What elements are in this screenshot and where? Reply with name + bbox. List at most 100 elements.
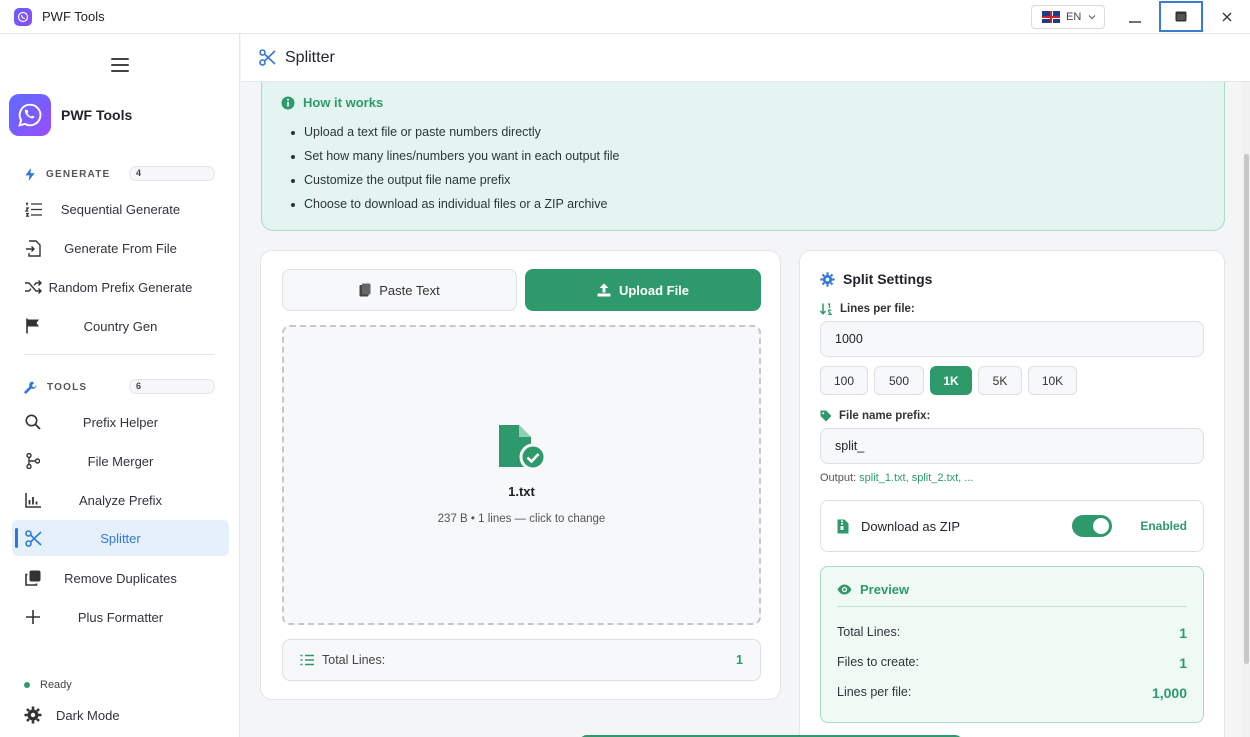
sidebar-item-sequential-generate[interactable]: Sequential Generate [12,191,229,227]
flag-icon [24,318,42,334]
prefix-input[interactable] [820,428,1204,464]
preview-divider [837,606,1187,607]
tab-upload-file[interactable]: Upload File [525,269,761,311]
preview-row-total-lines: Total Lines: 1 [837,625,1187,641]
restore-icon [1175,11,1187,22]
zip-option-row: Download as ZIP Enabled [820,500,1204,552]
zip-file-icon [837,519,849,533]
zip-toggle[interactable] [1072,515,1113,537]
search-icon [24,414,42,430]
sidebar: PWF Tools GENERATE 4 Sequential Generate… [0,34,240,737]
menu-toggle-icon[interactable] [111,58,129,72]
info-icon [281,96,295,109]
how-it-works-steps: Upload a text file or paste numbers dire… [290,125,619,221]
brand-name: PWF Tools [61,107,133,123]
lines-per-file-label: Lines per file: [820,303,915,315]
eye-icon [837,584,852,595]
language-label: EN [1066,11,1082,23]
preset-10k-button[interactable]: 10K [1028,366,1077,395]
file-import-icon [24,239,42,257]
status-text: Ready [40,679,72,691]
tag-icon [820,410,832,422]
main-content: How it works Upload a text file or paste… [241,82,1250,737]
title-bar: PWF Tools EN [0,0,1250,34]
status-dot-icon [24,682,30,688]
brand: PWF Tools [9,94,132,136]
window-title: PWF Tools [42,9,105,24]
split-settings-title: Split Settings [820,271,932,287]
preset-500-button[interactable]: 500 [874,366,924,395]
list-item: Customize the output file name prefix [290,173,619,197]
how-it-works-title: How it works [281,95,383,110]
close-icon [1222,12,1232,21]
preview-panel: Preview Total Lines: 1 Files to create: … [820,566,1204,723]
list-item: Set how many lines/numbers you want in e… [290,149,619,173]
preview-title: Preview [837,582,909,597]
scissors-icon [24,529,42,547]
plus-icon [24,609,42,625]
uk-flag-icon [1042,11,1060,23]
preset-5k-button[interactable]: 5K [978,366,1022,395]
file-check-icon [499,425,547,471]
app-icon [14,7,32,26]
maximize-button[interactable] [1159,1,1203,32]
sidebar-item-random-prefix-generate[interactable]: Random Prefix Generate [12,269,229,305]
sidebar-item-prefix-helper[interactable]: Prefix Helper [12,404,229,440]
tab-paste-text[interactable]: Paste Text [282,269,517,311]
sidebar-item-generate-from-file[interactable]: Generate From File [12,230,229,266]
scrollbar[interactable] [1242,82,1250,737]
section-count-badge: 4 [129,166,215,181]
file-dropzone[interactable]: 1.txt 237 B • 1 lines — click to change [282,325,761,625]
upload-icon [597,283,611,297]
sidebar-divider [24,354,215,355]
preset-1k-button[interactable]: 1K [930,366,972,395]
minimize-icon [1129,20,1141,23]
preview-row-files-to-create: Files to create: 1 [837,655,1187,671]
gear-icon [820,271,835,287]
numbered-list-icon [24,201,42,217]
shuffle-icon [24,279,42,295]
sidebar-item-plus-formatter[interactable]: Plus Formatter [12,599,229,635]
gear-icon [24,706,42,724]
close-button[interactable] [1205,0,1249,33]
prefix-label: File name prefix: [820,410,930,422]
preset-100-button[interactable]: 100 [820,366,868,395]
total-lines-value: 1 [736,653,743,667]
sidebar-item-splitter[interactable]: Splitter [12,520,229,556]
uploaded-file-meta: 237 B • 1 lines — click to change [437,513,606,525]
scrollbar-thumb[interactable] [1244,154,1249,664]
uploaded-file-name: 1.txt [508,484,535,499]
split-settings-card: Split Settings Lines per file: 100 500 1… [799,250,1225,737]
minimize-button[interactable] [1113,0,1157,33]
preview-row-lines-per-file: Lines per file: 1,000 [837,685,1187,701]
sort-numeric-icon [820,303,833,315]
wrench-icon [24,381,37,394]
chevron-down-icon [1088,15,1096,20]
zip-state-label: Enabled [1140,519,1187,533]
sidebar-item-file-merger[interactable]: File Merger [12,443,229,479]
input-card: Paste Text Upload File 1.txt 237 B • 1 l… [260,250,781,700]
output-example: Output: split_1.txt, split_2.txt, ... [820,472,974,484]
section-tools: TOOLS [24,381,87,394]
sidebar-item-country-gen[interactable]: Country Gen [12,308,229,344]
copy-icon [24,570,42,586]
lines-per-file-input[interactable] [820,321,1204,357]
brand-logo-icon [9,94,51,136]
lightning-icon [25,168,35,181]
status-indicator: Ready [24,679,72,691]
section-count-badge: 6 [129,379,215,394]
language-selector[interactable]: EN [1031,5,1105,29]
scissors-icon [259,49,276,66]
sidebar-item-analyze-prefix[interactable]: Analyze Prefix [12,482,229,518]
list-item: Upload a text file or paste numbers dire… [290,125,619,149]
dark-mode-toggle[interactable]: Dark Mode [24,706,120,724]
bar-chart-icon [24,492,42,508]
total-lines-row: Total Lines: 1 [282,639,761,681]
page-title: Splitter [285,48,335,66]
sidebar-item-remove-duplicates[interactable]: Remove Duplicates [12,560,229,596]
how-it-works-panel: How it works Upload a text file or paste… [261,82,1225,231]
page-header: Splitter [241,34,1250,82]
list-item: Choose to download as individual files o… [290,197,619,221]
merge-icon [24,453,42,469]
section-generate: GENERATE [24,168,110,181]
